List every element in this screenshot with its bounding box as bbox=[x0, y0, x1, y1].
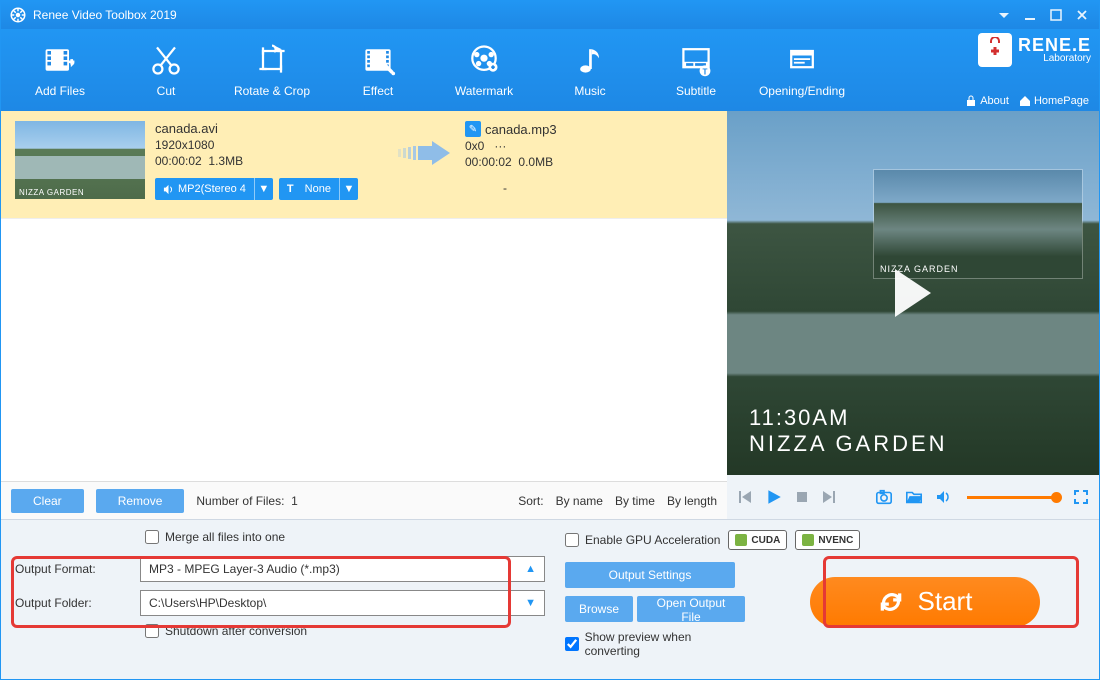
play-icon[interactable] bbox=[765, 488, 783, 506]
tool-label: Rotate & Crop bbox=[234, 84, 310, 98]
app-logo-icon bbox=[9, 6, 27, 24]
preview-caption: 11:30AM NIZZA GARDEN bbox=[749, 405, 948, 457]
preview-inset: NIZZA GARDEN bbox=[873, 169, 1083, 279]
browse-button[interactable]: Browse bbox=[565, 596, 633, 622]
file-duration-size: 00:00:02 1.3MB bbox=[155, 154, 385, 168]
volume-slider[interactable] bbox=[967, 496, 1057, 499]
dropdown-arrow-icon[interactable]: ▼ bbox=[340, 178, 358, 200]
output-folder-label: Output Folder: bbox=[15, 596, 130, 610]
snapshot-icon[interactable] bbox=[875, 488, 893, 506]
bottom-panel: Merge all files into one Output Format: … bbox=[1, 519, 1099, 679]
tool-label: Opening/Ending bbox=[759, 84, 845, 98]
stop-icon[interactable] bbox=[795, 490, 809, 504]
speaker-icon bbox=[163, 184, 174, 195]
window-close-icon[interactable] bbox=[1069, 4, 1095, 26]
file-resolution: 1920x1080 bbox=[155, 138, 385, 152]
file-list-panel: NIZZA GARDEN canada.avi 1920x1080 00:00:… bbox=[1, 111, 727, 519]
tool-label: Cut bbox=[157, 84, 176, 98]
about-link[interactable]: About bbox=[965, 95, 1009, 107]
file-thumbnail: NIZZA GARDEN bbox=[15, 121, 145, 199]
tool-add-files[interactable]: Add Files bbox=[7, 29, 113, 111]
volume-icon[interactable] bbox=[935, 489, 951, 505]
tool-label: Add Files bbox=[35, 84, 85, 98]
brand-logo-icon bbox=[978, 33, 1012, 67]
video-preview[interactable]: NIZZA GARDEN 11:30AM NIZZA GARDEN bbox=[727, 111, 1099, 475]
preview-panel: NIZZA GARDEN 11:30AM NIZZA GARDEN bbox=[727, 111, 1099, 519]
output-format-label: Output Format: bbox=[15, 562, 130, 576]
tool-label: Music bbox=[574, 84, 605, 98]
show-preview-checkbox[interactable]: Show preview when converting bbox=[565, 630, 745, 658]
open-output-button[interactable]: Open Output File bbox=[637, 596, 745, 622]
output-info: ✎ canada.mp3 0x0 ··· 00:00:02 0.0MB - bbox=[465, 121, 557, 195]
tool-label: Subtitle bbox=[676, 84, 716, 98]
lock-icon bbox=[965, 95, 977, 107]
output-format-combo[interactable]: MP3 - MPEG Layer-3 Audio (*.mp3) ▲ bbox=[140, 556, 545, 582]
tool-music[interactable]: Music bbox=[537, 29, 643, 111]
convert-arrow-icon bbox=[395, 139, 455, 167]
sort-by-time[interactable]: By time bbox=[615, 494, 655, 508]
chevron-down-icon: ▼ bbox=[525, 597, 536, 609]
homepage-link[interactable]: HomePage bbox=[1019, 95, 1089, 107]
output-settings-button[interactable]: Output Settings bbox=[565, 562, 735, 588]
output-resolution: 0x0 ··· bbox=[465, 139, 557, 153]
window-collapse-icon[interactable] bbox=[991, 4, 1017, 26]
window-maximize-icon[interactable] bbox=[1043, 4, 1069, 26]
edit-icon[interactable]: ✎ bbox=[465, 121, 481, 137]
open-folder-icon[interactable] bbox=[905, 488, 923, 506]
sort-by-length[interactable]: By length bbox=[667, 494, 717, 508]
tool-subtitle[interactable]: T Subtitle bbox=[643, 29, 749, 111]
clear-button[interactable]: Clear bbox=[11, 489, 84, 513]
output-duration-size: 00:00:02 0.0MB bbox=[465, 155, 557, 169]
tool-label: Effect bbox=[363, 84, 393, 98]
gpu-checkbox[interactable]: Enable GPU Acceleration bbox=[565, 533, 720, 547]
merge-checkbox[interactable]: Merge all files into one bbox=[145, 530, 285, 544]
main-toolbar: Add Files Cut Rotate & Crop Effect Water… bbox=[1, 29, 1099, 111]
tool-effect[interactable]: Effect bbox=[325, 29, 431, 111]
window-minimize-icon[interactable] bbox=[1017, 4, 1043, 26]
tool-opening-ending[interactable]: Opening/Ending bbox=[749, 29, 855, 111]
start-button[interactable]: Start bbox=[810, 577, 1040, 627]
play-overlay-icon[interactable] bbox=[895, 269, 931, 317]
brand-block: RENE.E Laboratory bbox=[978, 33, 1091, 67]
output-file-name: canada.mp3 bbox=[485, 122, 557, 137]
main-area: NIZZA GARDEN canada.avi 1920x1080 00:00:… bbox=[1, 111, 1099, 519]
chevron-up-icon: ▲ bbox=[525, 563, 536, 575]
file-row[interactable]: NIZZA GARDEN canada.avi 1920x1080 00:00:… bbox=[1, 111, 727, 219]
fullscreen-icon[interactable] bbox=[1073, 489, 1089, 505]
svg-text:T: T bbox=[703, 67, 708, 76]
output-folder-combo[interactable]: C:\Users\HP\Desktop\ ▼ bbox=[140, 590, 545, 616]
app-window: Renee Video Toolbox 2019 Add Files Cut R… bbox=[0, 0, 1100, 680]
file-list-empty bbox=[1, 219, 727, 481]
app-title: Renee Video Toolbox 2019 bbox=[33, 8, 177, 22]
tool-watermark[interactable]: Watermark bbox=[431, 29, 537, 111]
tool-label: Watermark bbox=[455, 84, 513, 98]
dropdown-arrow-icon[interactable]: ▼ bbox=[255, 178, 273, 200]
file-info: canada.avi 1920x1080 00:00:02 1.3MB MP2(… bbox=[155, 121, 385, 200]
file-name: canada.avi bbox=[155, 121, 385, 136]
sort-by-name[interactable]: By name bbox=[556, 494, 603, 508]
list-control-strip: Clear Remove Number of Files: 1 Sort: By… bbox=[1, 481, 727, 519]
tool-rotate-crop[interactable]: Rotate & Crop bbox=[219, 29, 325, 111]
audio-track-selector[interactable]: MP2(Stereo 4 ▼ bbox=[155, 178, 273, 200]
brand-text: RENE.E Laboratory bbox=[1018, 36, 1091, 64]
tool-cut[interactable]: Cut bbox=[113, 29, 219, 111]
titlebar: Renee Video Toolbox 2019 bbox=[1, 1, 1099, 29]
file-count: Number of Files: 1 bbox=[196, 494, 297, 508]
remove-button[interactable]: Remove bbox=[96, 489, 185, 513]
sort-label: Sort: bbox=[518, 494, 543, 508]
shutdown-checkbox[interactable]: Shutdown after conversion bbox=[145, 624, 307, 638]
prev-track-icon[interactable] bbox=[737, 489, 753, 505]
brand-links: About HomePage bbox=[965, 95, 1089, 107]
home-icon bbox=[1019, 95, 1031, 107]
subtitle-track-selector[interactable]: T None ▼ bbox=[279, 178, 358, 200]
next-track-icon[interactable] bbox=[821, 489, 837, 505]
output-subtitle-value: - bbox=[465, 181, 545, 195]
player-controls bbox=[727, 475, 1099, 519]
refresh-icon bbox=[878, 589, 904, 615]
